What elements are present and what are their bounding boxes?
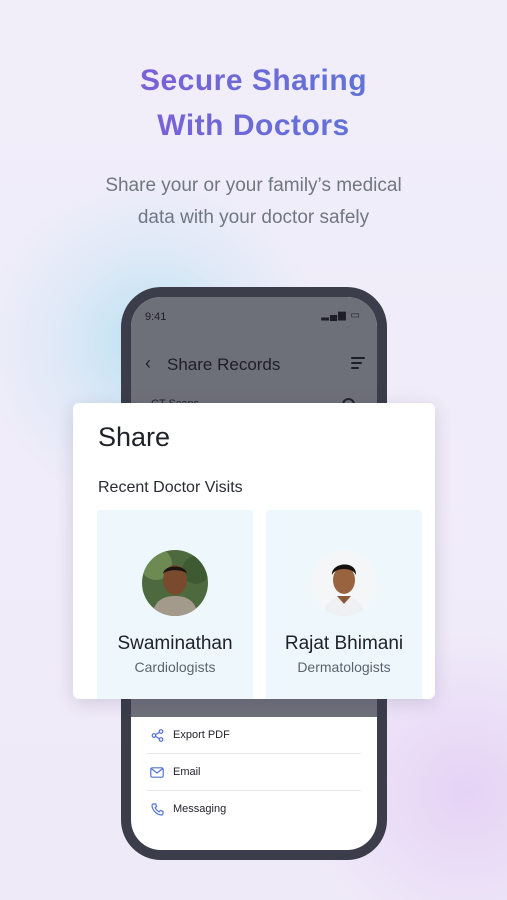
title-line-2: With Doctors bbox=[0, 103, 507, 148]
page-subtitle: Share your or your family’s medical data… bbox=[40, 170, 467, 234]
subtitle-line-1: Share your or your family’s medical bbox=[105, 175, 402, 196]
title-line-1: Secure Sharing bbox=[0, 58, 507, 103]
phone-icon bbox=[147, 802, 167, 816]
doctor-card-rajat-bhimani[interactable]: Rajat Bhimani Dermatologists bbox=[266, 510, 422, 699]
doctor-name: Swaminathan bbox=[117, 633, 233, 654]
doctor-card-swaminathan[interactable]: Swaminathan Cardiologists bbox=[97, 510, 253, 699]
status-icons: ▂▄▆ ▭ bbox=[321, 310, 361, 321]
doctor-avatar bbox=[311, 550, 377, 616]
subtitle-line-2: data with your doctor safely bbox=[137, 207, 370, 228]
doctor-avatar bbox=[142, 550, 208, 616]
doctor-name: Rajat Bhimani bbox=[284, 633, 404, 654]
filter-menu-icon[interactable] bbox=[351, 357, 365, 372]
doctor-specialty: Dermatologists bbox=[297, 659, 391, 675]
doctor-specialty: Cardiologists bbox=[134, 659, 216, 675]
share-card: Share Recent Doctor Visits Swaminathan C… bbox=[73, 403, 435, 699]
screen-title: Share Records bbox=[167, 355, 281, 374]
share-icon bbox=[147, 728, 167, 742]
export-pdf-option[interactable]: Export PDF bbox=[147, 717, 361, 754]
share-options-list: Export PDF Email Messaging bbox=[147, 717, 361, 827]
signal-icon: ▂▄▆ bbox=[321, 310, 347, 321]
status-time: 9:41 bbox=[145, 311, 167, 323]
back-icon[interactable]: ‹ bbox=[145, 353, 151, 374]
option-label: Messaging bbox=[173, 803, 227, 815]
email-icon bbox=[147, 766, 167, 778]
battery-icon: ▭ bbox=[350, 310, 361, 321]
messaging-option[interactable]: Messaging bbox=[147, 791, 361, 827]
page-title: Secure Sharing With Doctors bbox=[0, 58, 507, 148]
option-label: Export PDF bbox=[173, 729, 230, 741]
recent-visits-label: Recent Doctor Visits bbox=[98, 479, 243, 496]
share-title: Share bbox=[98, 422, 171, 452]
option-label: Email bbox=[173, 766, 201, 778]
email-option[interactable]: Email bbox=[147, 754, 361, 791]
